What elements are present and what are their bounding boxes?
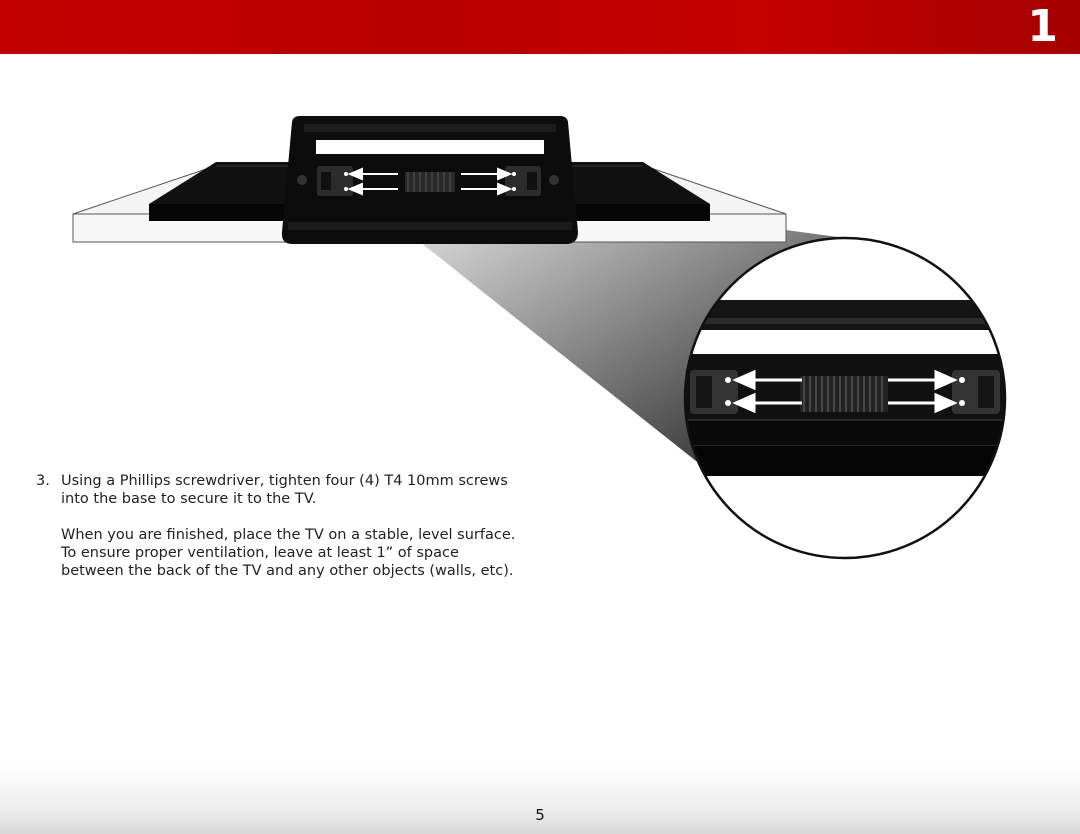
step-number: 3. (36, 473, 50, 489)
instruction-block: 3. Using a Phillips screwdriver, tighten… (36, 472, 526, 598)
step-text: Using a Phillips screwdriver, tighten fo… (61, 473, 508, 507)
placement-note: When you are finished, place the TV on a… (61, 527, 516, 579)
page-number: 5 (535, 806, 545, 824)
tv-stand-assembly-illustration (72, 116, 1007, 560)
